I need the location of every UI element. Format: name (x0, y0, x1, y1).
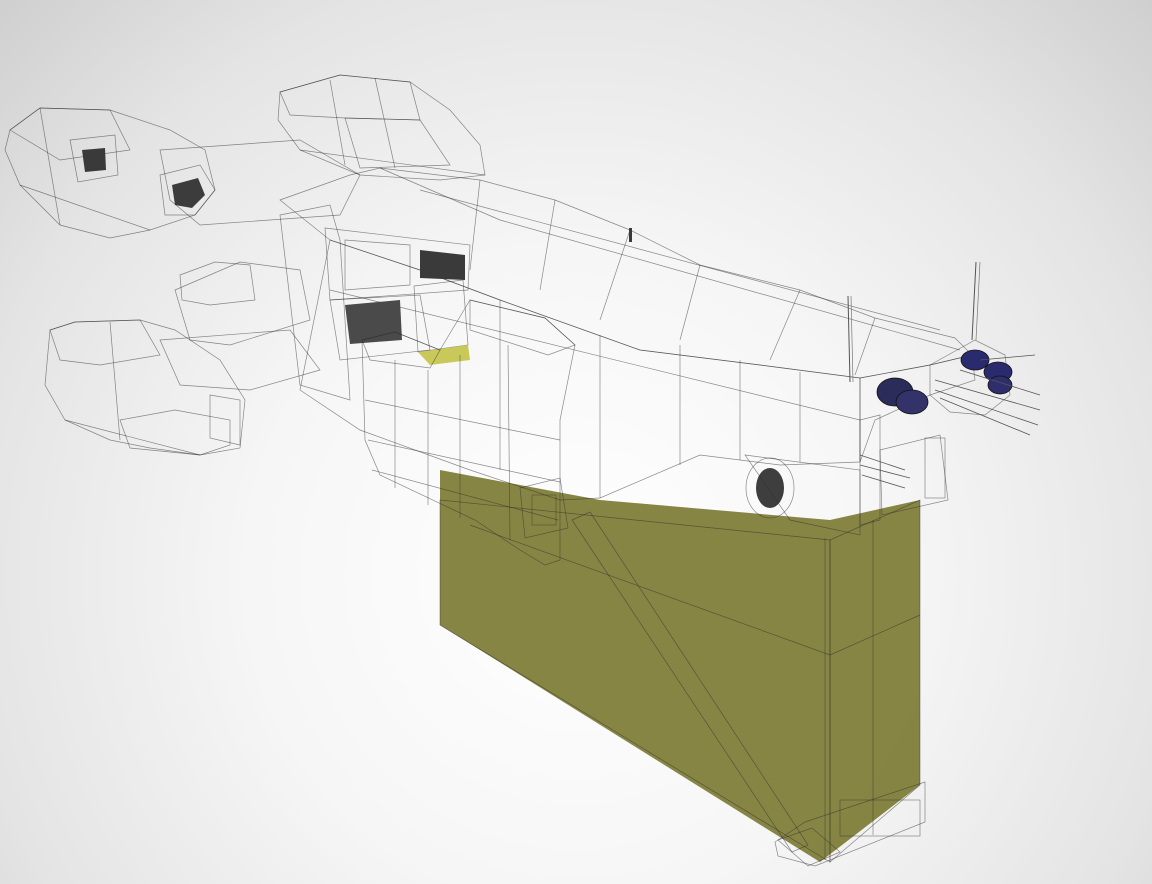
wireframe-model-view (4, 74, 1041, 867)
forward-engine-cluster (859, 339, 1041, 489)
upper-engine-pod (4, 107, 216, 239)
engine-pylons (159, 139, 361, 391)
main-hull (279, 167, 976, 526)
mid-section-bay (279, 204, 471, 401)
upper-superstructure (277, 74, 486, 181)
hangar-bay-volume (413, 279, 926, 867)
3d-viewport[interactable] (0, 0, 1152, 884)
antenna-masts (847, 261, 981, 383)
